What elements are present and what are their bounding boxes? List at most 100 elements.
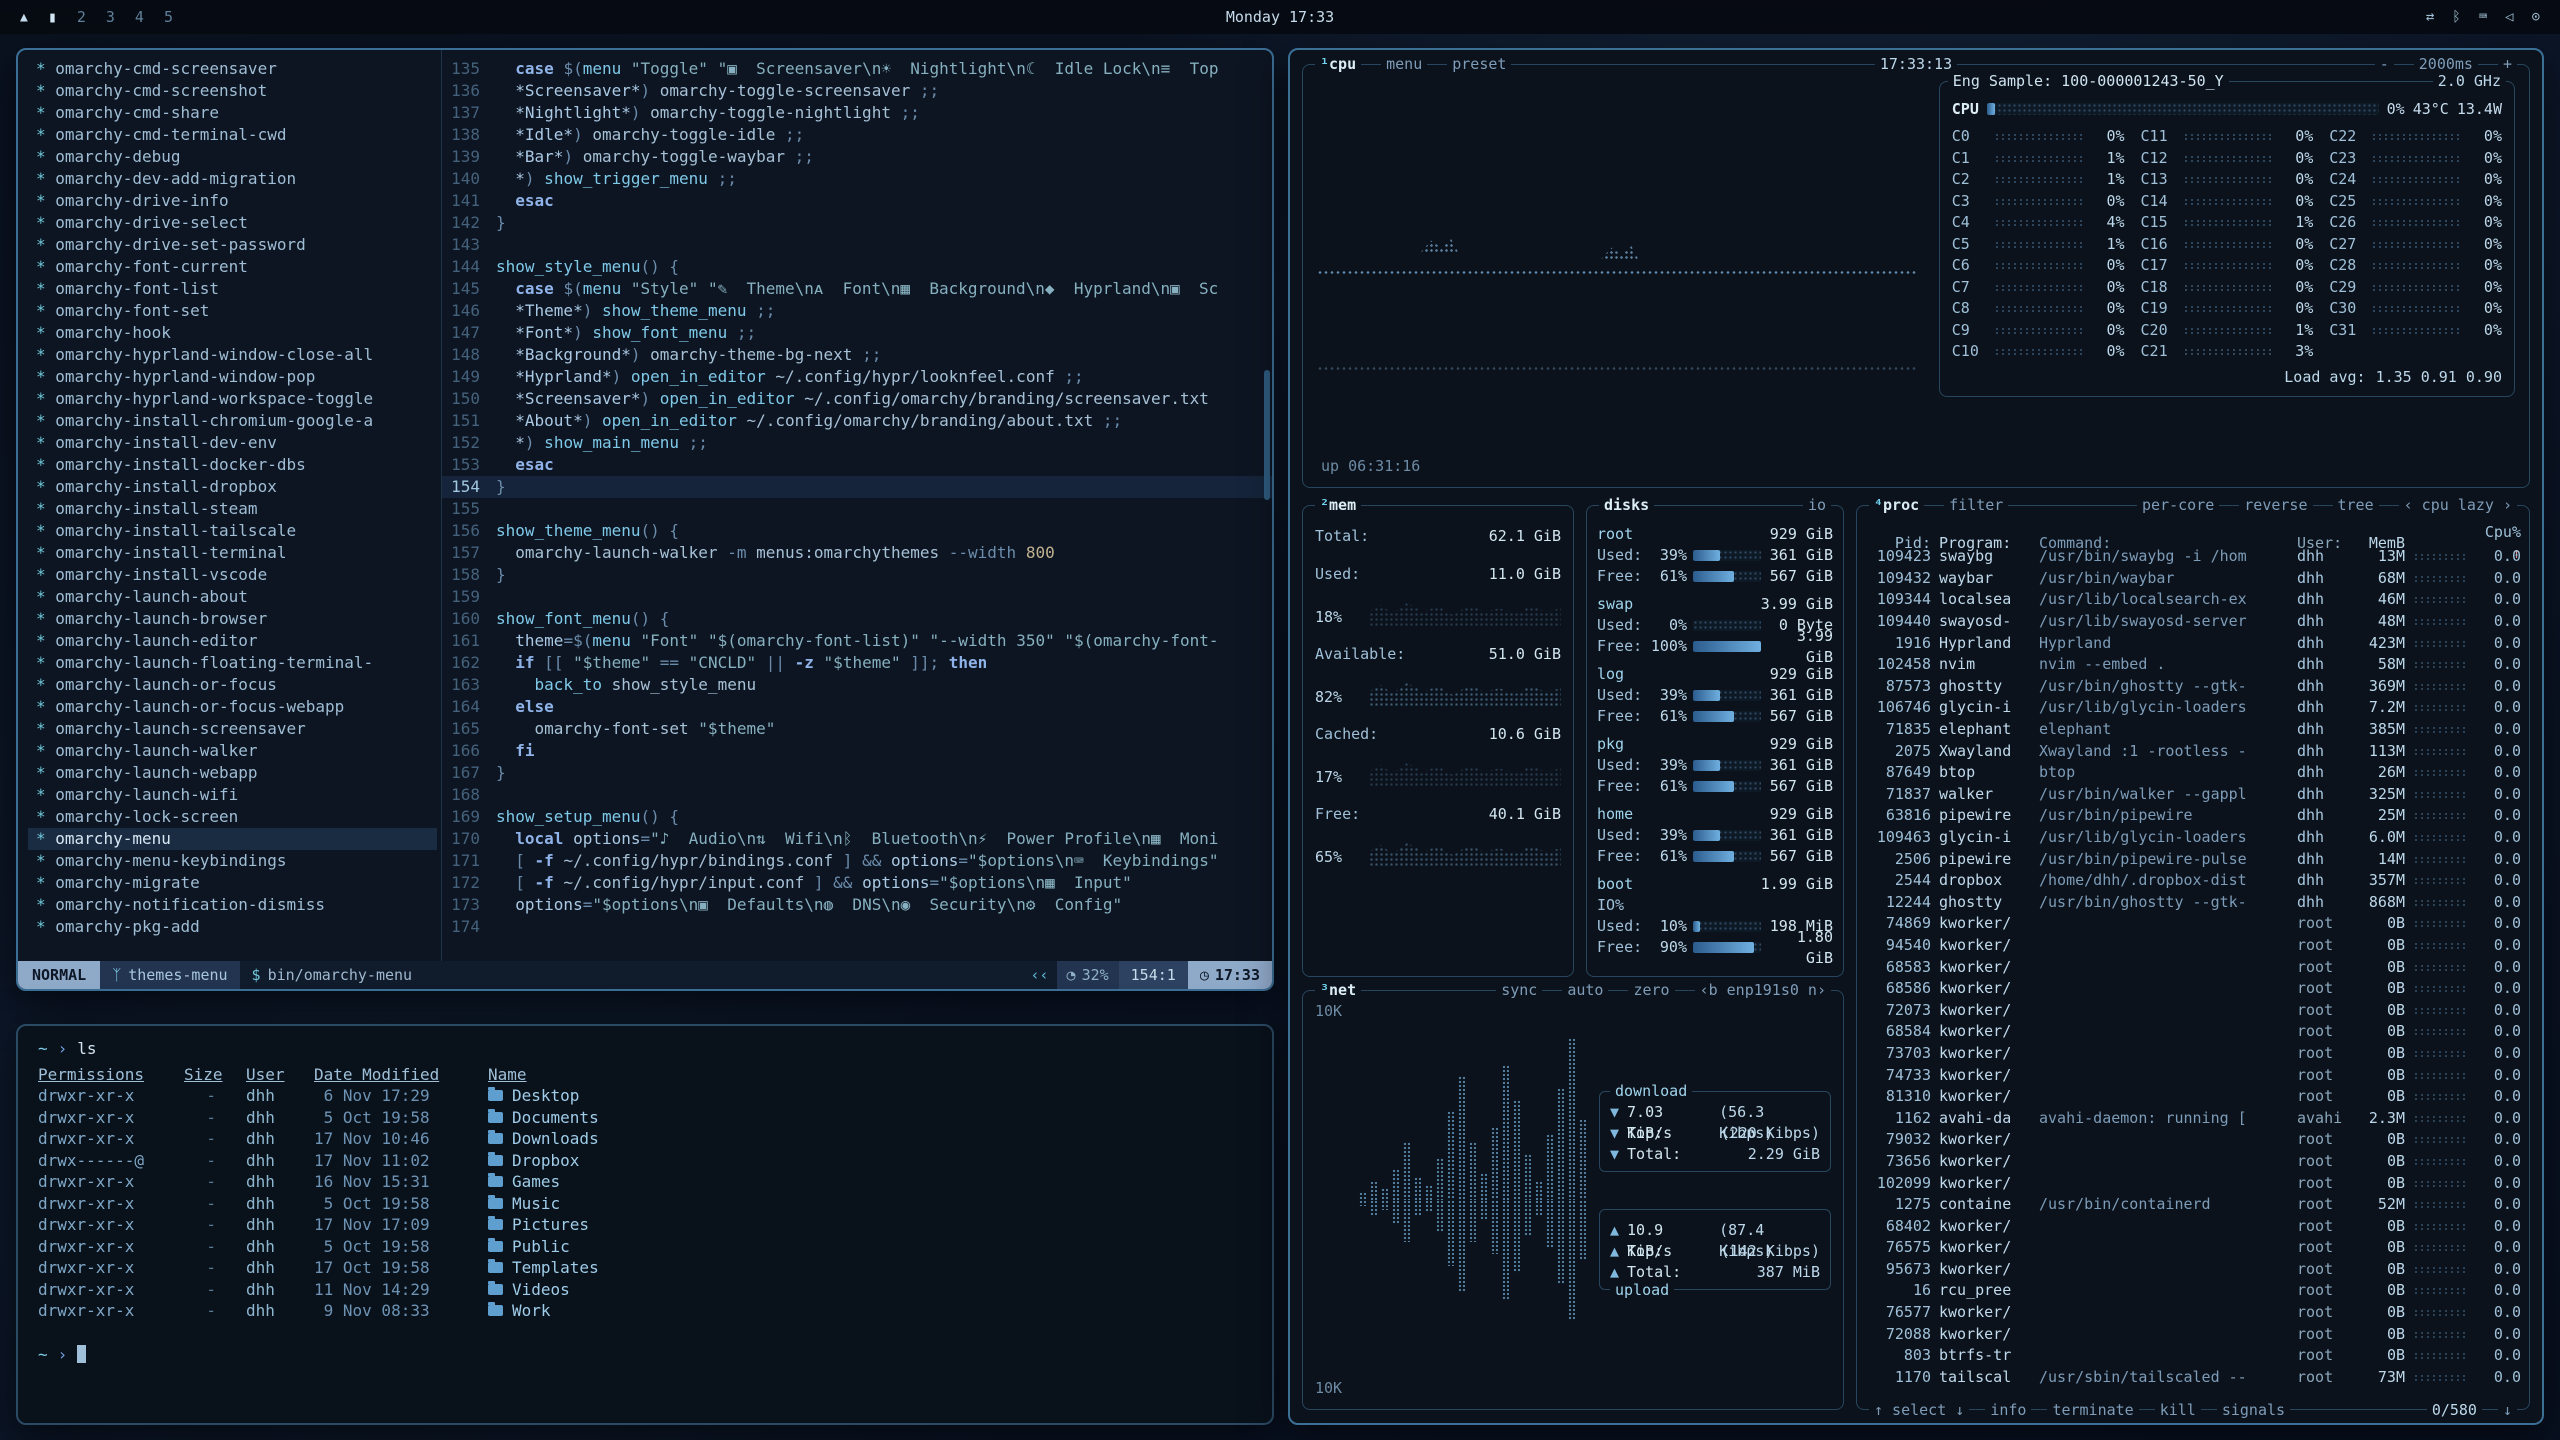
process-row[interactable]: 109440swayosd-/usr/lib/swayosd-serverdhh… [1867, 611, 2521, 633]
process-row[interactable]: 72073kworker/root0B0.0 [1867, 999, 2521, 1021]
menu-button[interactable]: menu [1381, 54, 1427, 74]
file-item[interactable]: * omarchy-drive-info [28, 190, 437, 212]
terminal-window[interactable]: ~ › ls PermissionsSizeUserDate ModifiedN… [16, 1024, 1274, 1425]
file-item[interactable]: * omarchy-cmd-screenshot [28, 80, 437, 102]
process-row[interactable]: 79032kworker/root0B0.0 [1867, 1129, 2521, 1151]
file-item[interactable]: * omarchy-launch-about [28, 586, 437, 608]
file-item[interactable]: * omarchy-cmd-share [28, 102, 437, 124]
file-item[interactable]: * omarchy-install-terminal [28, 542, 437, 564]
file-item[interactable]: * omarchy-launch-editor [28, 630, 437, 652]
info-button[interactable]: info [1985, 1400, 2031, 1420]
file-item[interactable]: * omarchy-install-tailscale [28, 520, 437, 542]
editor-scrollbar[interactable] [1264, 370, 1270, 500]
file-item[interactable]: * omarchy-notification-dismiss [28, 894, 437, 916]
workspace-2[interactable]: 2 [77, 8, 86, 26]
filter-button[interactable]: filter [1944, 495, 2008, 515]
process-row[interactable]: 73703kworker/root0B0.0 [1867, 1043, 2521, 1065]
net-sync-button[interactable]: sync [1496, 980, 1542, 1000]
file-item[interactable]: * omarchy-debug [28, 146, 437, 168]
file-item[interactable]: * omarchy-pkg-add [28, 916, 437, 938]
process-row[interactable]: 94540kworker/root0B0.0 [1867, 935, 2521, 957]
file-item[interactable]: * omarchy-launch-or-focus [28, 674, 437, 696]
process-row[interactable]: 74869kworker/root0B0.0 [1867, 913, 2521, 935]
file-item[interactable]: * omarchy-launch-wifi [28, 784, 437, 806]
file-item[interactable]: * omarchy-install-dropbox [28, 476, 437, 498]
disks-tab[interactable]: disks [1599, 495, 1654, 515]
io-tab[interactable]: io [1803, 495, 1831, 515]
file-list[interactable]: * omarchy-cmd-screensaver* omarchy-cmd-s… [18, 50, 442, 961]
process-row[interactable]: 1162avahi-daavahi-daemon: running [avahi… [1867, 1107, 2521, 1129]
process-row[interactable]: 1916HyprlandHyprlanddhh423M0.0 [1867, 632, 2521, 654]
process-row[interactable]: 63816pipewire/usr/bin/pipewiredhh25M0.0 [1867, 805, 2521, 827]
process-row[interactable]: 68402kworker/root0B0.0 [1867, 1215, 2521, 1237]
file-item[interactable]: * omarchy-menu [28, 828, 437, 850]
process-row[interactable]: 102099kworker/root0B0.0 [1867, 1172, 2521, 1194]
net-interface-switcher[interactable]: ‹b enp191s0 n› [1695, 980, 1831, 1000]
process-row[interactable]: 71837walker/usr/bin/walker --gappldhh325… [1867, 784, 2521, 806]
file-item[interactable]: * omarchy-launch-floating-terminal- [28, 652, 437, 674]
net-box-title[interactable]: ³net [1315, 980, 1361, 1000]
file-item[interactable]: * omarchy-menu-keybindings [28, 850, 437, 872]
process-row[interactable]: 71835elephantelephantdhh385M0.0 [1867, 719, 2521, 741]
tree-button[interactable]: tree [2333, 495, 2379, 515]
process-row[interactable]: 1275containe/usr/bin/containerdroot52M0.… [1867, 1194, 2521, 1216]
process-row[interactable]: 68583kworker/root0B0.0 [1867, 956, 2521, 978]
file-item[interactable]: * omarchy-install-docker-dbs [28, 454, 437, 476]
file-item[interactable]: * omarchy-font-current [28, 256, 437, 278]
col-cpu[interactable]: Cpu% [2485, 523, 2521, 541]
interval-minus-button[interactable]: - [2375, 54, 2394, 74]
file-item[interactable]: * omarchy-hyprland-window-close-all [28, 344, 437, 366]
process-row[interactable]: 803btrfs-trroot0B0.0 [1867, 1345, 2521, 1367]
file-item[interactable]: * omarchy-font-set [28, 300, 437, 322]
file-item[interactable]: * omarchy-launch-or-focus-webapp [28, 696, 437, 718]
file-item[interactable]: * omarchy-drive-set-password [28, 234, 437, 256]
reverse-button[interactable]: reverse [2239, 495, 2312, 515]
process-row[interactable]: 68584kworker/root0B0.0 [1867, 1021, 2521, 1043]
workspace-4[interactable]: 4 [135, 8, 144, 26]
process-row[interactable]: 109432waybar/usr/bin/waybardhh68M0.0 [1867, 568, 2521, 590]
process-row[interactable]: 1170tailscal/usr/sbin/tailscaled --root7… [1867, 1367, 2521, 1389]
power-icon[interactable]: ⊙ [2532, 9, 2540, 25]
network-icon[interactable]: ⇄ [2426, 9, 2434, 25]
process-row[interactable]: 106746glycin-i/usr/lib/glycin-loadersdhh… [1867, 697, 2521, 719]
git-branch[interactable]: ᛉ themes-menu [100, 961, 239, 989]
file-item[interactable]: * omarchy-dev-add-migration [28, 168, 437, 190]
per-core-button[interactable]: per-core [2137, 495, 2219, 515]
file-item[interactable]: * omarchy-hyprland-workspace-toggle [28, 388, 437, 410]
cpu-box-title[interactable]: ¹cpu [1315, 54, 1361, 74]
keyboard-icon[interactable]: ⌨ [2479, 9, 2487, 25]
preset-button[interactable]: preset [1447, 54, 1511, 74]
signals-button[interactable]: signals [2217, 1400, 2290, 1420]
process-row[interactable]: 102458nvimnvim --embed .dhh58M0.0 [1867, 654, 2521, 676]
sort-column-switcher[interactable]: ‹ cpu lazy › [2399, 495, 2517, 515]
process-row[interactable]: 109344localsea/usr/lib/localsearch-exdhh… [1867, 589, 2521, 611]
bluetooth-icon[interactable]: ᛒ [2452, 9, 2460, 25]
file-item[interactable]: * omarchy-lock-screen [28, 806, 437, 828]
code-pane[interactable]: 135 case $(menu "Toggle" "▣ Screensaver\… [442, 50, 1272, 961]
mem-box-title[interactable]: ²mem [1315, 495, 1361, 515]
process-row[interactable]: 68586kworker/root0B0.0 [1867, 978, 2521, 1000]
file-item[interactable]: * omarchy-launch-webapp [28, 762, 437, 784]
process-row[interactable]: 16rcu_preeroot0B0.0 [1867, 1280, 2521, 1302]
process-row[interactable]: 109423swaybg/usr/bin/swaybg -i /homdhh13… [1867, 546, 2521, 568]
file-item[interactable]: * omarchy-install-vscode [28, 564, 437, 586]
process-row[interactable]: 109463glycin-i/usr/lib/glycin-loadersdhh… [1867, 827, 2521, 849]
workspace-active-icon[interactable]: ▮ [48, 8, 57, 26]
process-row[interactable]: 95673kworker/root0B0.0 [1867, 1259, 2521, 1281]
net-auto-button[interactable]: auto [1562, 980, 1608, 1000]
file-item[interactable]: * omarchy-launch-screensaver [28, 718, 437, 740]
process-row[interactable]: 74733kworker/root0B0.0 [1867, 1064, 2521, 1086]
process-row[interactable]: 76575kworker/root0B0.0 [1867, 1237, 2521, 1259]
scroll-down-icon[interactable]: ↓ [2498, 1400, 2517, 1420]
process-row[interactable]: 12244ghostty/usr/bin/ghostty --gtk-dhh86… [1867, 892, 2521, 914]
process-row[interactable]: 2506pipewire/usr/bin/pipewire-pulsedhh14… [1867, 848, 2521, 870]
terminate-button[interactable]: terminate [2047, 1400, 2138, 1420]
workspace-3[interactable]: 3 [106, 8, 115, 26]
file-item[interactable]: * omarchy-cmd-terminal-cwd [28, 124, 437, 146]
process-row[interactable]: 2544dropbox/home/dhh/.dropbox-distdhh357… [1867, 870, 2521, 892]
process-row[interactable]: 81310kworker/root0B0.0 [1867, 1086, 2521, 1108]
process-row[interactable]: 72088kworker/root0B0.0 [1867, 1323, 2521, 1345]
select-hint[interactable]: ↑ select ↓ [1869, 1400, 1969, 1420]
file-item[interactable]: * omarchy-install-steam [28, 498, 437, 520]
kill-button[interactable]: kill [2155, 1400, 2201, 1420]
